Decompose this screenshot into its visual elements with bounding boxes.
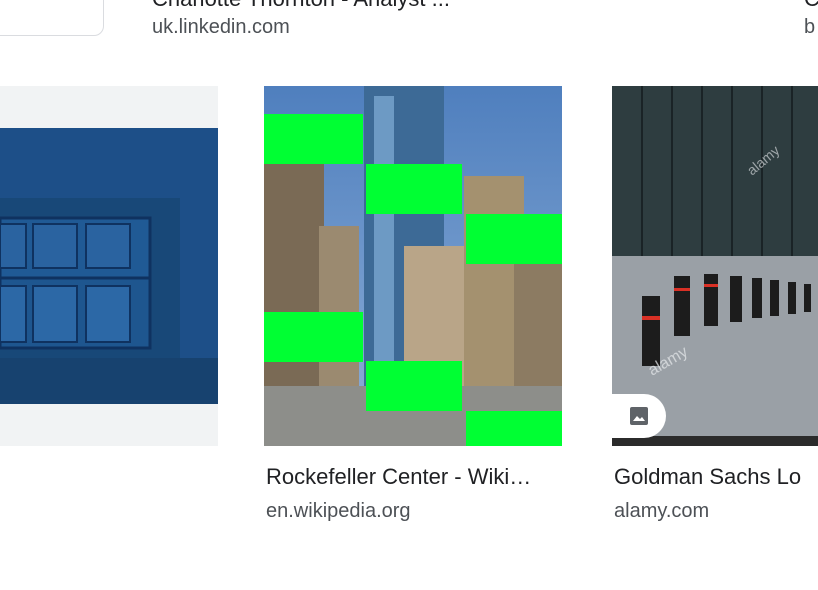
result-card-top-left[interactable]	[0, 0, 104, 36]
result-source: en.wikipedia.org	[266, 500, 411, 522]
result-image-rockefeller[interactable]	[264, 86, 562, 446]
goldman-sachs-photo: alamy alamy	[612, 86, 818, 446]
result-image-lockers[interactable]	[0, 86, 218, 446]
result-source: alamy.com	[614, 500, 710, 522]
locker-photo	[0, 128, 218, 404]
result-source: uk.linkedin.com	[152, 16, 290, 38]
result-title[interactable]: Goldman Sachs Lo	[614, 464, 818, 490]
image-badge	[612, 394, 666, 438]
result-title[interactable]: C	[804, 0, 818, 12]
result-title[interactable]: Rockefeller Center - Wiki…	[266, 464, 566, 490]
result-source: b	[804, 16, 816, 38]
image-icon	[630, 407, 648, 425]
result-image-goldman-sachs[interactable]: alamy alamy	[612, 86, 818, 446]
rockefeller-photo	[264, 86, 562, 446]
result-title[interactable]: Charlotte Thornton - Analyst ...	[152, 0, 450, 12]
